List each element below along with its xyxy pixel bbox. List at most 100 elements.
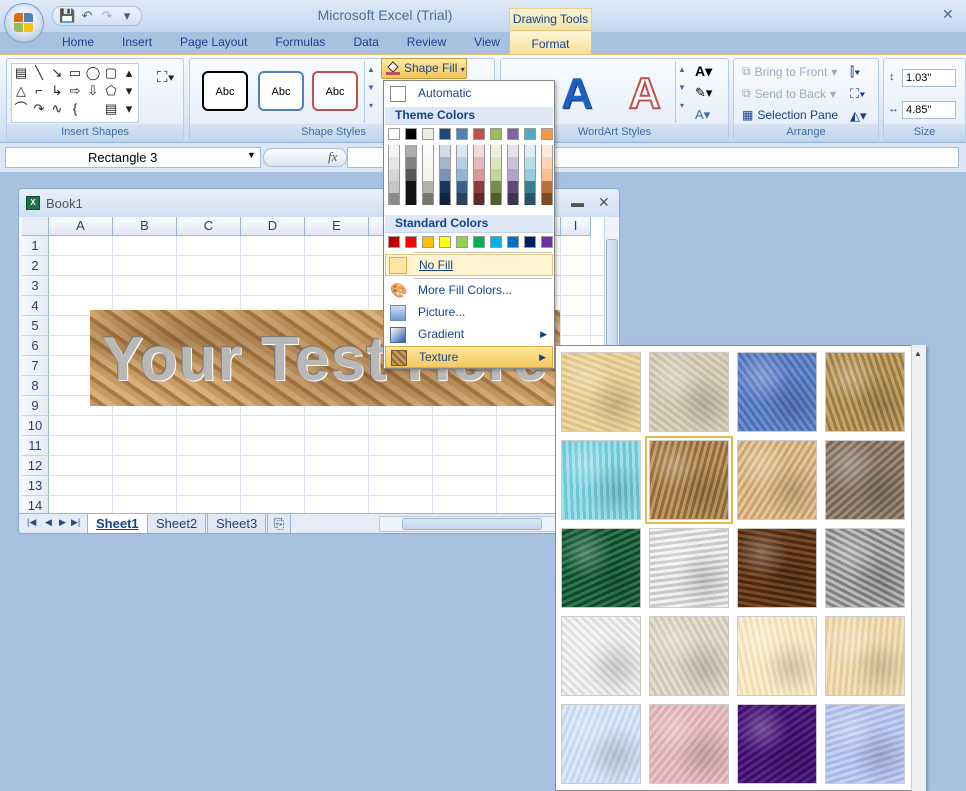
texture-brown-marble[interactable]: [737, 528, 817, 608]
texture-parchment[interactable]: [737, 616, 817, 696]
sheet-tab-sheet1[interactable]: Sheet1: [87, 514, 148, 533]
tab-view[interactable]: View: [460, 33, 514, 53]
texture-pink-tissue-paper[interactable]: [649, 704, 729, 784]
theme-color-shades[interactable]: [422, 145, 434, 205]
texture-blue-tissue-paper[interactable]: [561, 704, 641, 784]
wordart-gallery-scroll[interactable]: ▲ ▼ ▾: [675, 61, 688, 123]
more-icon[interactable]: ▾: [676, 97, 688, 115]
sheet-tab-sheet2[interactable]: Sheet2: [147, 514, 207, 533]
menu-item-texture[interactable]: Texture ▶: [385, 346, 553, 368]
theme-color-shades[interactable]: [507, 145, 519, 205]
tab-page-layout[interactable]: Page Layout: [166, 33, 261, 53]
text-fill-icon[interactable]: A▾: [695, 63, 712, 80]
sheet-tab-sheet3[interactable]: Sheet3: [207, 514, 267, 533]
menu-item-no-fill[interactable]: No Fill: [385, 254, 553, 276]
texture-gallery-scrollbar[interactable]: ▲: [911, 345, 926, 791]
elbow-connector-icon[interactable]: ⌐: [30, 82, 48, 100]
theme-color-shades[interactable]: [439, 145, 451, 205]
theme-color-swatch[interactable]: [456, 128, 468, 140]
theme-color-swatch[interactable]: [422, 128, 434, 140]
standard-color-swatch[interactable]: [388, 236, 400, 248]
row-header[interactable]: 14: [22, 496, 49, 513]
standard-color-swatch[interactable]: [541, 236, 553, 248]
curve-shape-icon[interactable]: ⌒: [12, 100, 30, 118]
textbox-small-icon[interactable]: ▤: [102, 100, 120, 118]
theme-color-shades[interactable]: [473, 145, 485, 205]
texture-bouquet[interactable]: [825, 704, 905, 784]
tab-home[interactable]: Home: [48, 33, 108, 53]
theme-color-swatch[interactable]: [405, 128, 417, 140]
wordart-style-blue[interactable]: A: [561, 69, 593, 119]
name-box[interactable]: Rectangle 3: [5, 147, 261, 168]
rounded-rect-shape-icon[interactable]: ▢: [102, 64, 120, 82]
align-icon[interactable]: ⫿▾: [850, 64, 861, 80]
first-sheet-icon[interactable]: |◀: [27, 517, 36, 528]
row-header[interactable]: 6: [22, 336, 49, 356]
oval-shape-icon[interactable]: ◯: [84, 64, 102, 82]
triangle-shape-icon[interactable]: △: [12, 82, 30, 100]
row-header[interactable]: 3: [22, 276, 49, 296]
theme-color-swatch[interactable]: [524, 128, 536, 140]
texture-newsprint[interactable]: [561, 616, 641, 696]
send-to-back-button[interactable]: ⧉ Send to Back ▾: [742, 86, 836, 101]
row-header[interactable]: 12: [22, 456, 49, 476]
shape-width-input[interactable]: 4.85": [902, 101, 956, 119]
text-effects-icon[interactable]: A▾: [695, 107, 710, 123]
texture-brown-paper[interactable]: [645, 436, 733, 524]
texture-canvas[interactable]: [649, 352, 729, 432]
theme-color-swatch[interactable]: [388, 128, 400, 140]
theme-color-swatch[interactable]: [507, 128, 519, 140]
column-header[interactable]: E: [305, 217, 369, 236]
standard-color-swatch[interactable]: [490, 236, 502, 248]
more-shapes-icon[interactable]: ▴: [120, 64, 138, 82]
shapes-gallery[interactable]: ▤ ╲ ↘ ▭ ◯ ▢ ▴ △ ⌐ ↳ ⇨ ⇩ ⬠ ▾ ⌒ ↷ ∿ { ▤ ▾: [11, 63, 139, 123]
column-header[interactable]: B: [113, 217, 177, 236]
more-shapes-down-icon[interactable]: ▾: [120, 82, 138, 100]
selection-pane-button[interactable]: ▦ Selection Pane: [742, 108, 838, 122]
tab-formulas[interactable]: Formulas: [261, 33, 339, 53]
menu-item-automatic[interactable]: Automatic: [385, 83, 553, 105]
scroll-up-icon[interactable]: ▲: [676, 61, 688, 79]
texture-stationery[interactable]: [825, 616, 905, 696]
freeform-shape-icon[interactable]: ⬠: [102, 82, 120, 100]
theme-color-shades[interactable]: [490, 145, 502, 205]
minimize-icon[interactable]: ▬: [571, 195, 584, 210]
office-button[interactable]: [4, 3, 44, 43]
texture-purple-mesh[interactable]: [737, 704, 817, 784]
texture-papyrus[interactable]: [561, 352, 641, 432]
next-sheet-icon[interactable]: ▶: [59, 517, 66, 528]
column-header[interactable]: I: [561, 217, 591, 236]
down-arrow-shape-icon[interactable]: ⇩: [84, 82, 102, 100]
scroll-thumb[interactable]: [402, 518, 542, 530]
texture-woven-mat[interactable]: [825, 352, 905, 432]
row-header[interactable]: 13: [22, 476, 49, 496]
row-header[interactable]: 11: [22, 436, 49, 456]
tab-format[interactable]: Format: [509, 30, 592, 54]
menu-item-picture[interactable]: Picture...: [385, 302, 553, 324]
row-header[interactable]: 7: [22, 356, 49, 376]
shape-height-input[interactable]: 1.03": [902, 69, 956, 87]
elbow-arrow-icon[interactable]: ↳: [48, 82, 66, 100]
horizontal-scrollbar[interactable]: [379, 516, 557, 532]
row-header[interactable]: 9: [22, 396, 49, 416]
standard-color-swatch[interactable]: [439, 236, 451, 248]
texture-green-marble[interactable]: [561, 528, 641, 608]
select-all-corner[interactable]: [22, 217, 49, 236]
last-sheet-icon[interactable]: ▶|: [71, 517, 80, 528]
texture-fish-fossil[interactable]: [737, 440, 817, 520]
line-shape-icon[interactable]: ╲: [30, 64, 48, 82]
styles-gallery-scroll[interactable]: ▲ ▼ ▾: [364, 61, 377, 123]
theme-color-shades[interactable]: [524, 145, 536, 205]
row-header[interactable]: 1: [22, 236, 49, 256]
close-icon[interactable]: ✕: [598, 194, 610, 211]
tab-insert[interactable]: Insert: [108, 33, 166, 53]
standard-color-swatch[interactable]: [473, 236, 485, 248]
tab-review[interactable]: Review: [393, 33, 460, 53]
edit-shape-icon[interactable]: ⛶▾: [157, 69, 175, 86]
row-header[interactable]: 2: [22, 256, 49, 276]
curved-arrow-icon[interactable]: ↷: [30, 100, 48, 118]
row-header[interactable]: 10: [22, 416, 49, 436]
texture-granite[interactable]: [825, 528, 905, 608]
theme-color-swatch[interactable]: [490, 128, 502, 140]
shape-style-1[interactable]: Abc: [202, 71, 248, 111]
